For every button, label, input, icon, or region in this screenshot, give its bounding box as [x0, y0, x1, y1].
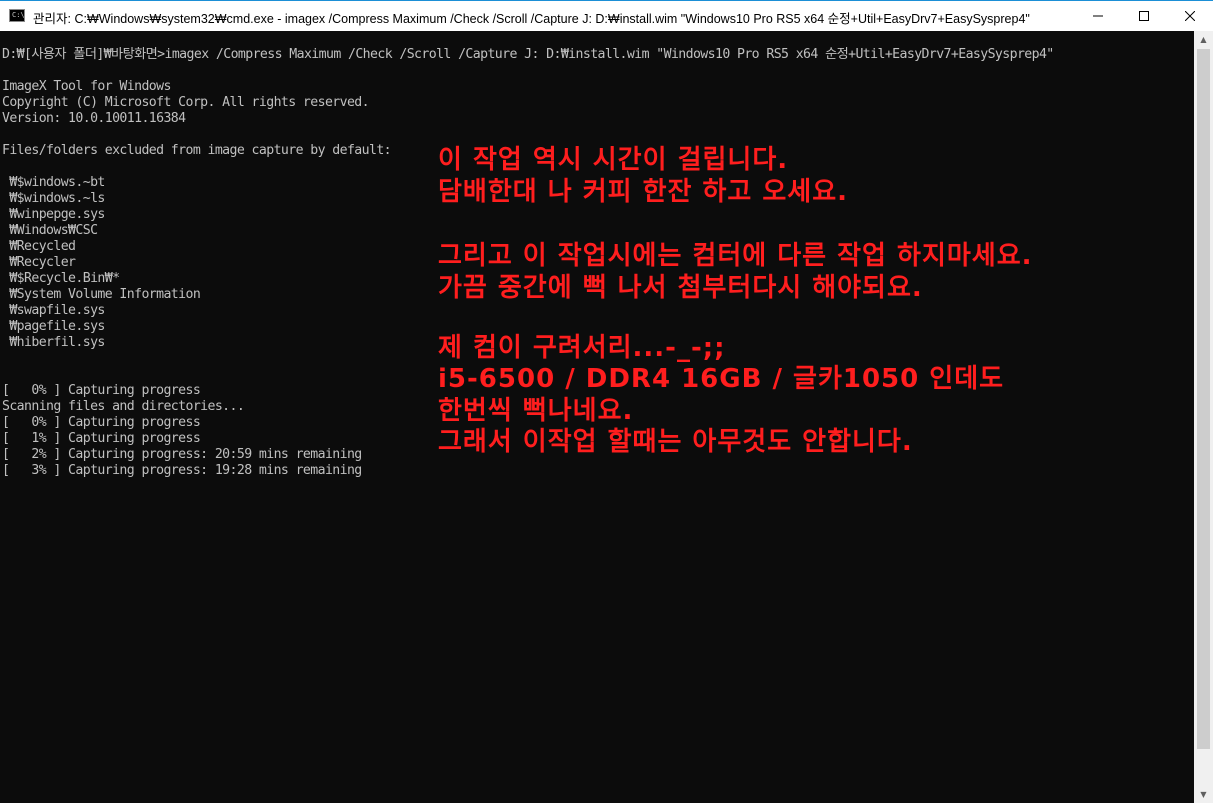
console-line: Version: 10.0.10011.16384: [2, 111, 186, 126]
excluded-item: ₩winpepge.sys: [2, 207, 105, 222]
annotation-text: 가끔 중간에 뻑 나서 첨부터다시 해야되요.: [438, 273, 923, 303]
annotation-text: 이 작업 역시 시간이 걸립니다.: [438, 145, 789, 175]
maximize-icon: [1139, 11, 1149, 21]
cmd-app-icon[interactable]: C:\: [9, 9, 25, 22]
console-line: Copyright (C) Microsoft Corp. All rights…: [2, 95, 370, 110]
app-icon-glyph: C:\: [12, 11, 25, 19]
excluded-item: ₩$windows.~ls: [2, 191, 105, 206]
annotation-text: 그래서 이작업 할때는 아무것도 안합니다.: [438, 427, 913, 457]
excluded-item: ₩pagefile.sys: [2, 319, 105, 334]
scroll-down-button[interactable]: ▼: [1194, 786, 1213, 803]
maximize-button[interactable]: [1121, 1, 1167, 31]
progress-line: [ 1% ] Capturing progress: [2, 431, 201, 446]
scroll-up-button[interactable]: ▲: [1194, 31, 1213, 48]
minimize-icon: [1093, 15, 1103, 17]
annotation-text: 한번씩 뻑나네요.: [438, 396, 634, 426]
title-bar[interactable]: C:\ 관리자: C:₩Windows₩system32₩cmd.exe - i…: [0, 0, 1213, 31]
minimize-button[interactable]: [1075, 1, 1121, 31]
scroll-up-arrow-icon: ▲: [1200, 35, 1207, 44]
progress-line: [ 3% ] Capturing progress: 19:28 mins re…: [2, 463, 362, 478]
vertical-scrollbar[interactable]: ▲ ▼: [1194, 31, 1213, 803]
excluded-item: ₩System Volume Information: [2, 287, 201, 302]
excluded-item: ₩Windows₩CSC: [2, 223, 98, 238]
annotation-text: 제 컴이 구려서리...-_-;;: [438, 333, 726, 363]
command-line: D:₩[사용자 폴더]₩바탕화면>imagex /Compress Maximu…: [2, 47, 1054, 62]
progress-line: [ 2% ] Capturing progress: 20:59 mins re…: [2, 447, 362, 462]
console-line: Files/folders excluded from image captur…: [2, 143, 392, 158]
scrollbar-thumb[interactable]: [1197, 49, 1210, 749]
console-line: ImageX Tool for Windows: [2, 79, 171, 94]
excluded-item: ₩$windows.~bt: [2, 175, 105, 190]
window-title: 관리자: C:₩Windows₩system32₩cmd.exe - image…: [33, 12, 1030, 26]
close-icon: [1185, 11, 1195, 21]
annotation-text: 그리고 이 작업시에는 컴터에 다른 작업 하지마세요.: [438, 241, 1033, 271]
console-line: Scanning files and directories...: [2, 399, 245, 414]
excluded-item: ₩hiberfil.sys: [2, 335, 105, 350]
excluded-item: ₩$Recycle.Bin₩*: [2, 271, 120, 286]
progress-line: [ 0% ] Capturing progress: [2, 383, 201, 398]
annotation-text: i5-6500 / DDR4 16GB / 글카1050 인데도: [438, 364, 1005, 394]
progress-line: [ 0% ] Capturing progress: [2, 415, 201, 430]
close-button[interactable]: [1167, 1, 1213, 31]
excluded-item: ₩Recycled: [2, 239, 76, 254]
excluded-item: ₩Recycler: [2, 255, 76, 270]
excluded-item: ₩swapfile.sys: [2, 303, 105, 318]
scroll-down-arrow-icon: ▼: [1200, 790, 1207, 799]
annotation-text: 담배한대 나 커피 한잔 하고 오세요.: [438, 177, 849, 207]
